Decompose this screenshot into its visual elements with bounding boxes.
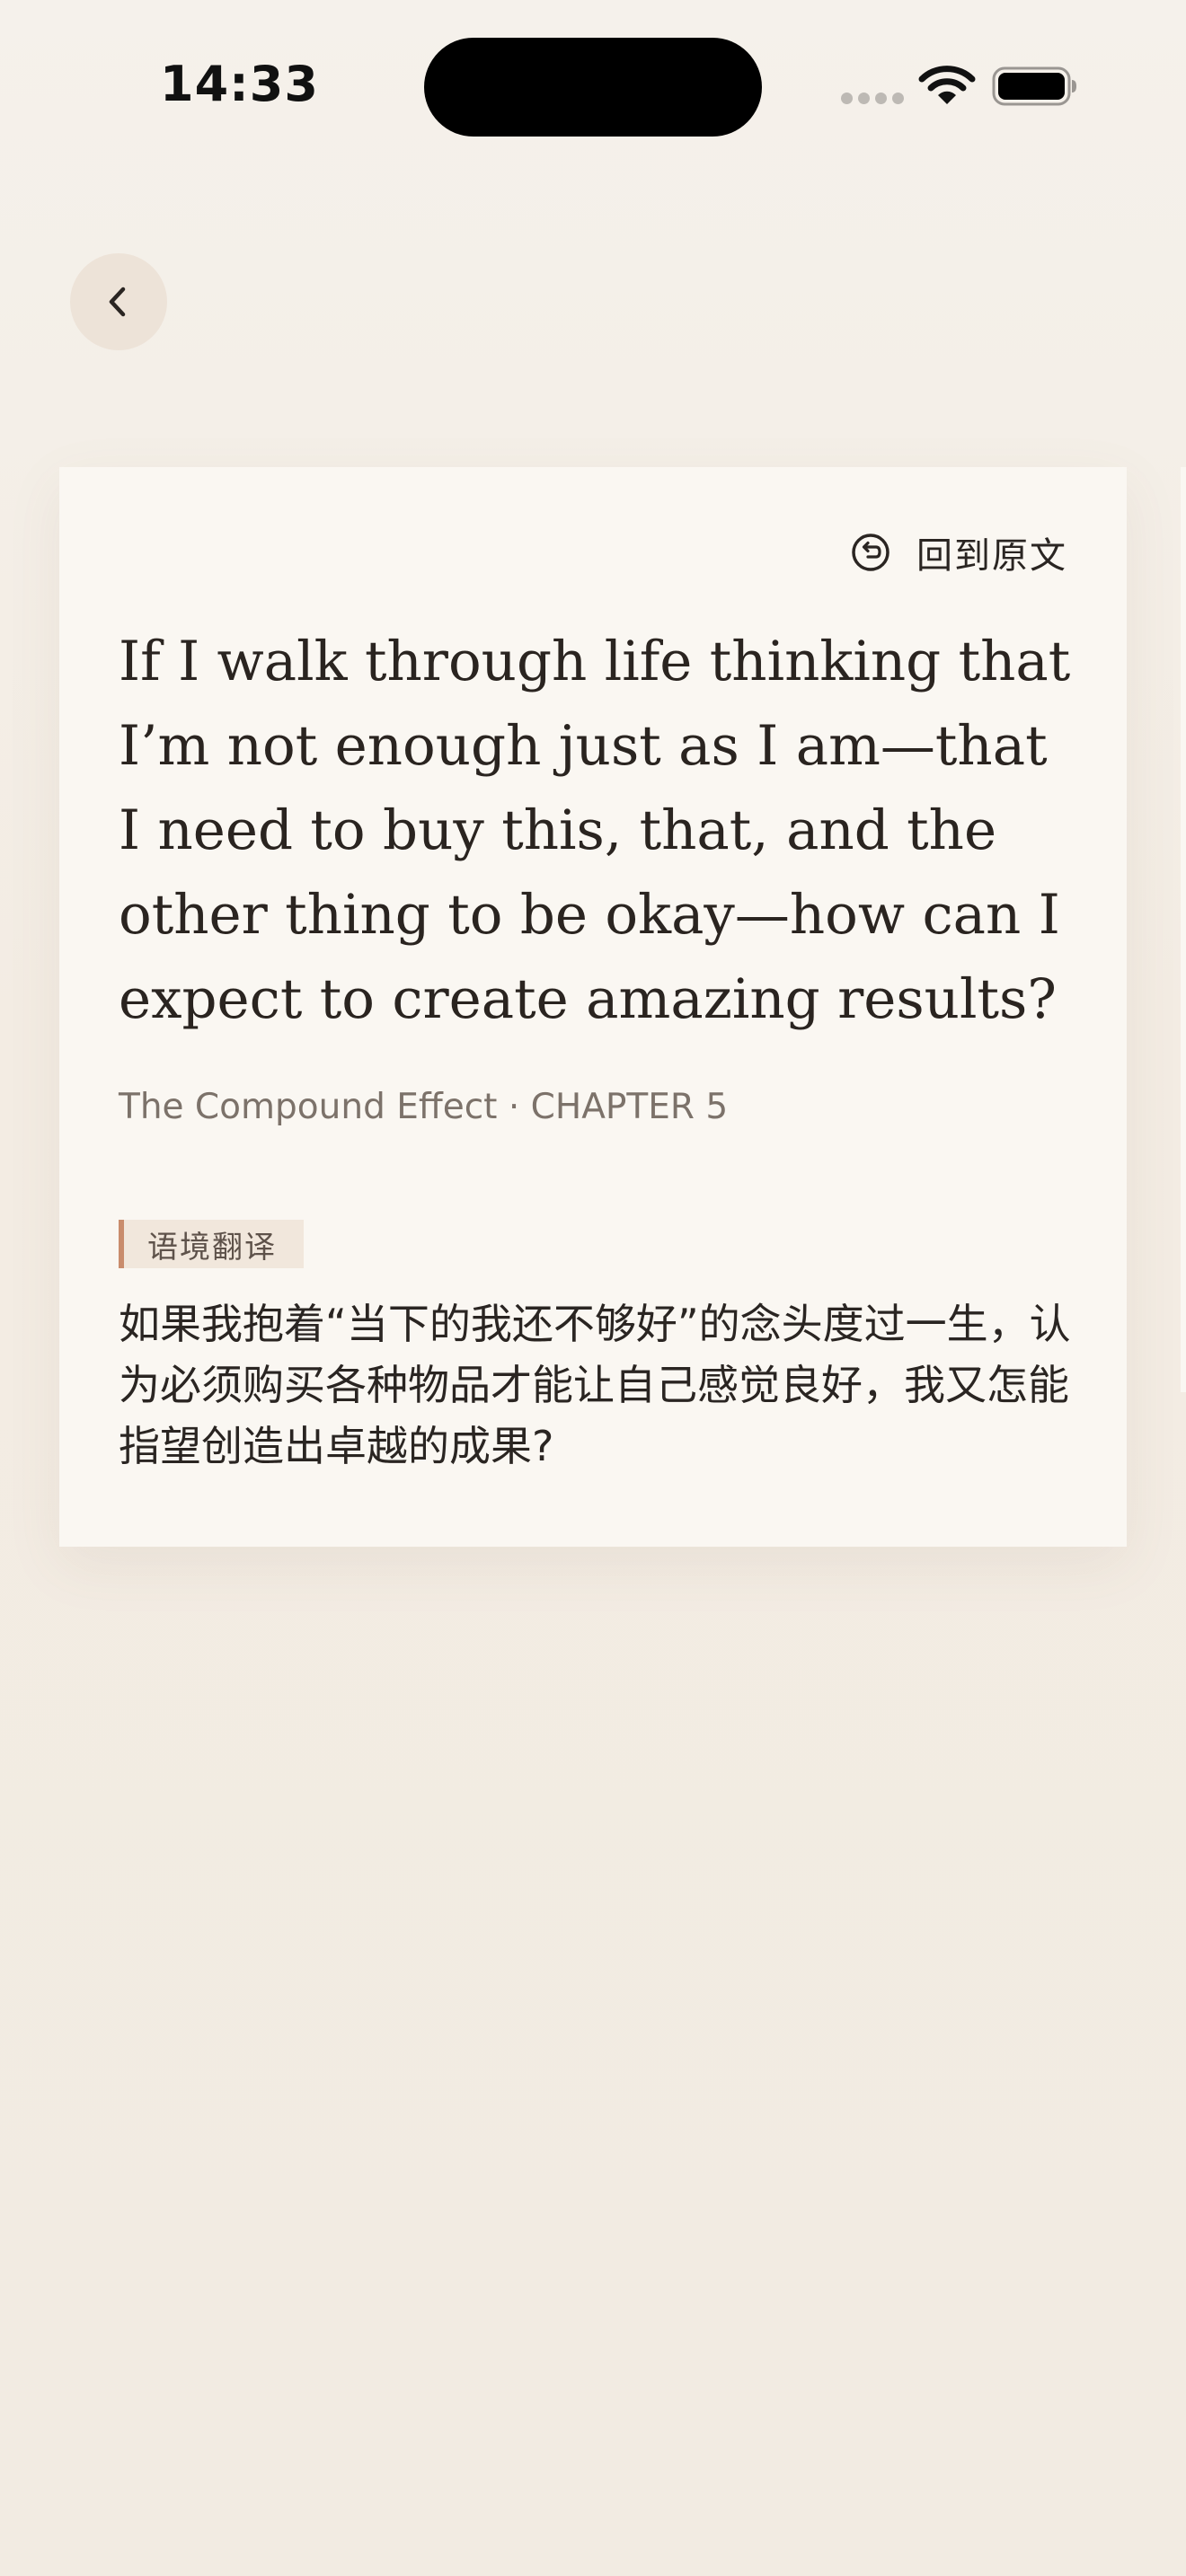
quote-card: 回到原文 If I walk through life thinking tha… xyxy=(59,467,1127,1547)
quote-text: If I walk through life thinking that I’m… xyxy=(119,630,1071,1031)
status-time: 14:33 xyxy=(160,56,319,112)
back-button[interactable] xyxy=(70,253,167,350)
back-to-original-label: 回到原文 xyxy=(916,535,1067,577)
battery-icon xyxy=(992,66,1076,106)
cellular-signal-icon xyxy=(841,93,904,107)
next-card-edge xyxy=(1181,467,1186,1392)
chevron-left-icon xyxy=(109,287,126,317)
context-translation-tag: 语境翻译 xyxy=(119,1220,304,1268)
back-to-original-button[interactable]: 回到原文 xyxy=(850,526,1067,578)
undo-icon xyxy=(852,534,890,571)
translation-text: 如果我抱着“当下的我还不够好”的念头度过一生，认为必须购买各种物品才能让自己感觉… xyxy=(119,1300,1071,1470)
wifi-icon xyxy=(918,66,976,104)
status-bar: 14:33 xyxy=(0,0,1186,180)
book-source: The Compound Effect · CHAPTER 5 xyxy=(119,1087,729,1127)
dynamic-island xyxy=(424,38,762,137)
